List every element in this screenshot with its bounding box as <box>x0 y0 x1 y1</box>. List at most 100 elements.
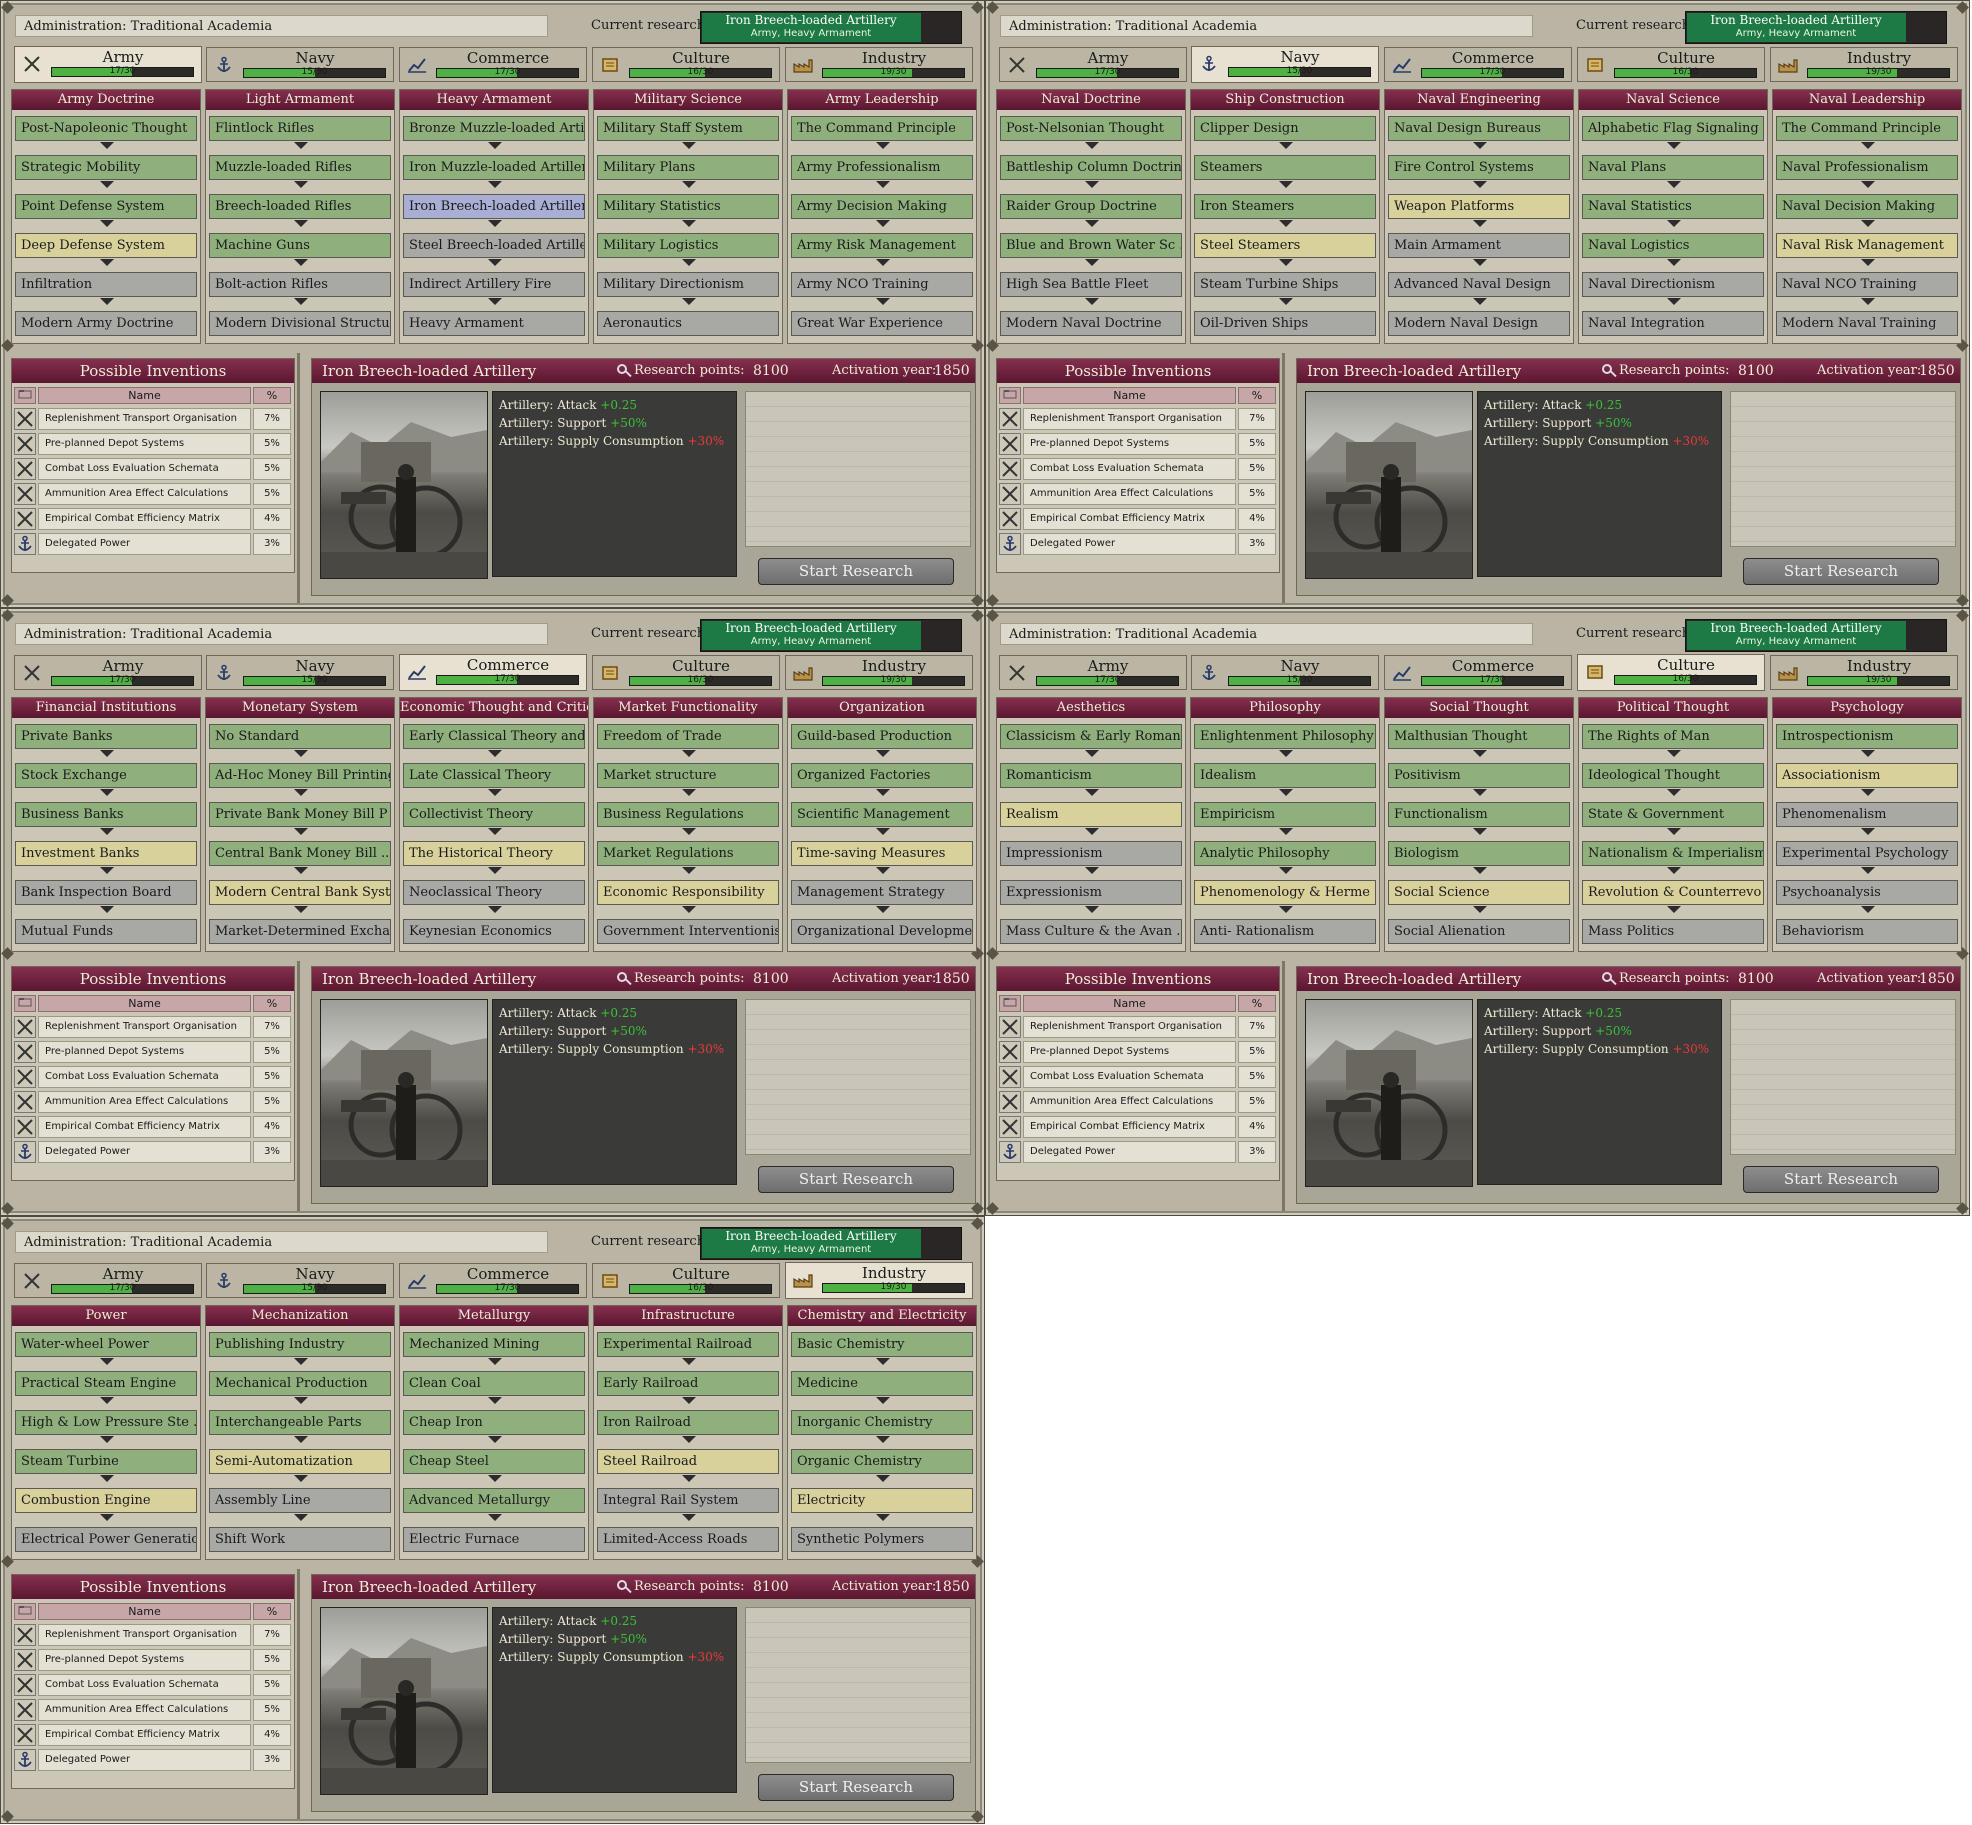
tab-commerce[interactable]: Commerce 17/30 <box>399 47 587 82</box>
tech-item[interactable]: Steel Railroad <box>597 1449 779 1474</box>
tech-item[interactable]: Great War Experience <box>791 311 973 336</box>
tech-item[interactable]: Modern Naval Design <box>1388 311 1570 336</box>
tech-item[interactable]: Iron Muzzle-loaded Artillery <box>403 155 585 180</box>
tech-item[interactable]: Iron Railroad <box>597 1410 779 1435</box>
invention-row[interactable]: Empirical Combat Efficiency Matrix 4% <box>14 1724 292 1746</box>
tech-item[interactable]: Idealism <box>1194 763 1376 788</box>
sort-by-percent-button[interactable]: % <box>253 995 291 1012</box>
tab-army[interactable]: Army 17/30 <box>14 1263 202 1298</box>
tech-item[interactable]: Interchangeable Parts <box>209 1410 391 1435</box>
tech-item[interactable]: Limited-Access Roads <box>597 1527 779 1552</box>
tech-item[interactable]: Impressionism <box>1000 841 1182 866</box>
current-research-box[interactable]: Iron Breech-loaded Artillery Army, Heavy… <box>1685 11 1947 44</box>
tech-item[interactable]: Steel Steamers <box>1194 233 1376 258</box>
tech-item[interactable]: The Command Principle <box>1776 116 1958 141</box>
tech-item[interactable]: Central Bank Money Bill ... <box>209 841 391 866</box>
tab-navy[interactable]: Navy 15/30 <box>206 655 394 690</box>
tech-item[interactable]: Fire Control Systems <box>1388 155 1570 180</box>
tab-navy[interactable]: Navy 15/30 <box>206 47 394 82</box>
tech-item[interactable]: High Sea Battle Fleet <box>1000 272 1182 297</box>
tech-item[interactable]: Modern Naval Training <box>1776 311 1958 336</box>
tab-commerce[interactable]: Commerce 17/30 <box>399 654 587 691</box>
tech-item[interactable]: Naval Integration <box>1582 311 1764 336</box>
tech-item[interactable]: Romanticism <box>1000 763 1182 788</box>
tech-item[interactable]: Naval Risk Management <box>1776 233 1958 258</box>
tech-item[interactable]: Semi-Automatization <box>209 1449 391 1474</box>
tech-item[interactable]: Market-Determined Excha ... <box>209 919 391 944</box>
tech-item[interactable]: Government Interventionism <box>597 919 779 944</box>
tech-item[interactable]: Army Decision Making <box>791 194 973 219</box>
invention-row[interactable]: Empirical Combat Efficiency Matrix 4% <box>14 508 292 530</box>
tab-army[interactable]: Army 17/30 <box>14 46 202 83</box>
tech-item[interactable]: Realism <box>1000 802 1182 827</box>
invention-row[interactable]: Ammunition Area Effect Calculations 5% <box>999 483 1277 505</box>
tech-item[interactable]: Machine Guns <box>209 233 391 258</box>
start-research-button[interactable]: Start Research <box>758 1166 954 1193</box>
tech-item[interactable]: Deep Defense System <box>15 233 197 258</box>
tech-item[interactable]: Business Banks <box>15 802 197 827</box>
invention-row[interactable]: Combat Loss Evaluation Schemata 5% <box>14 1674 292 1696</box>
tech-item[interactable]: Inorganic Chemistry <box>791 1410 973 1435</box>
sort-by-percent-button[interactable]: % <box>1238 387 1276 404</box>
invention-row[interactable]: Delegated Power 3% <box>999 533 1277 555</box>
tech-item[interactable]: Biologism <box>1388 841 1570 866</box>
tech-item[interactable]: Ideological Thought <box>1582 763 1764 788</box>
tech-item[interactable]: Modern Army Doctrine <box>15 311 197 336</box>
tech-item[interactable]: Ad-Hoc Money Bill Printing <box>209 763 391 788</box>
tech-item[interactable]: Organized Factories <box>791 763 973 788</box>
invention-row[interactable]: Combat Loss Evaluation Schemata 5% <box>999 458 1277 480</box>
tech-item[interactable]: Time-saving Measures <box>791 841 973 866</box>
tech-item[interactable]: Blue and Brown Water Sc ... <box>1000 233 1182 258</box>
tab-culture[interactable]: Culture 16/30 <box>592 47 780 82</box>
invention-row[interactable]: Ammunition Area Effect Calculations 5% <box>14 483 292 505</box>
tech-item[interactable]: Bronze Muzzle-loaded Arti ... <box>403 116 585 141</box>
tech-item[interactable]: Weapon Platforms <box>1388 194 1570 219</box>
tech-item[interactable]: Nationalism & Imperialism <box>1582 841 1764 866</box>
tech-item[interactable]: Naval Statistics <box>1582 194 1764 219</box>
tech-item[interactable]: Anti- Rationalism <box>1194 919 1376 944</box>
tech-item[interactable]: Infiltration <box>15 272 197 297</box>
tech-item[interactable]: Psychoanalysis <box>1776 880 1958 905</box>
tab-navy[interactable]: Navy 15/30 <box>1191 46 1379 83</box>
tech-item[interactable]: Late Classical Theory <box>403 763 585 788</box>
tab-navy[interactable]: Navy 15/30 <box>1191 655 1379 690</box>
tech-item[interactable]: Shift Work <box>209 1527 391 1552</box>
tech-item[interactable]: Expressionism <box>1000 880 1182 905</box>
tech-item[interactable]: Electric Furnace <box>403 1527 585 1552</box>
tab-industry[interactable]: Industry 19/30 <box>1770 655 1958 690</box>
tech-item[interactable]: Cheap Steel <box>403 1449 585 1474</box>
invention-row[interactable]: Replenishment Transport Organisation 7% <box>14 1016 292 1038</box>
tech-item[interactable]: Positivism <box>1388 763 1570 788</box>
tech-item[interactable]: Market Regulations <box>597 841 779 866</box>
tech-item[interactable]: Naval Decision Making <box>1776 194 1958 219</box>
tech-item[interactable]: Phenomenology & Herme ... <box>1194 880 1376 905</box>
tech-item[interactable]: Collectivist Theory <box>403 802 585 827</box>
tech-item[interactable]: Mechanized Mining <box>403 1332 585 1357</box>
invention-row[interactable]: Replenishment Transport Organisation 7% <box>14 1624 292 1646</box>
tech-item[interactable]: Medicine <box>791 1371 973 1396</box>
current-research-box[interactable]: Iron Breech-loaded Artillery Army, Heavy… <box>700 1227 962 1260</box>
current-research-box[interactable]: Iron Breech-loaded Artillery Army, Heavy… <box>700 619 962 652</box>
tech-item[interactable]: Military Statistics <box>597 194 779 219</box>
tech-item[interactable]: Neoclassical Theory <box>403 880 585 905</box>
tech-item[interactable]: Mechanical Production <box>209 1371 391 1396</box>
current-research-box[interactable]: Iron Breech-loaded Artillery Army, Heavy… <box>1685 619 1947 652</box>
tab-commerce[interactable]: Commerce 17/30 <box>399 1263 587 1298</box>
tech-item[interactable]: Breech-loaded Rifles <box>209 194 391 219</box>
tech-item[interactable]: Social Science <box>1388 880 1570 905</box>
tech-item[interactable]: Main Armament <box>1388 233 1570 258</box>
invention-row[interactable]: Replenishment Transport Organisation 7% <box>999 408 1277 430</box>
tech-item[interactable]: Modern Central Bank System <box>209 880 391 905</box>
tech-item[interactable]: Associationism <box>1776 763 1958 788</box>
sort-by-percent-button[interactable]: % <box>253 1603 291 1620</box>
invention-row[interactable]: Pre-planned Depot Systems 5% <box>14 1041 292 1063</box>
invention-row[interactable]: Combat Loss Evaluation Schemata 5% <box>14 458 292 480</box>
tech-item[interactable]: Guild-based Production <box>791 724 973 749</box>
tech-item[interactable]: Army Risk Management <box>791 233 973 258</box>
tab-culture[interactable]: Culture 16/30 <box>1577 47 1765 82</box>
invention-row[interactable]: Pre-planned Depot Systems 5% <box>999 433 1277 455</box>
tech-item[interactable]: Scientific Management <box>791 802 973 827</box>
tech-item[interactable]: Indirect Artillery Fire <box>403 272 585 297</box>
invention-row[interactable]: Pre-planned Depot Systems 5% <box>14 1649 292 1671</box>
tech-item[interactable]: Experimental Railroad <box>597 1332 779 1357</box>
